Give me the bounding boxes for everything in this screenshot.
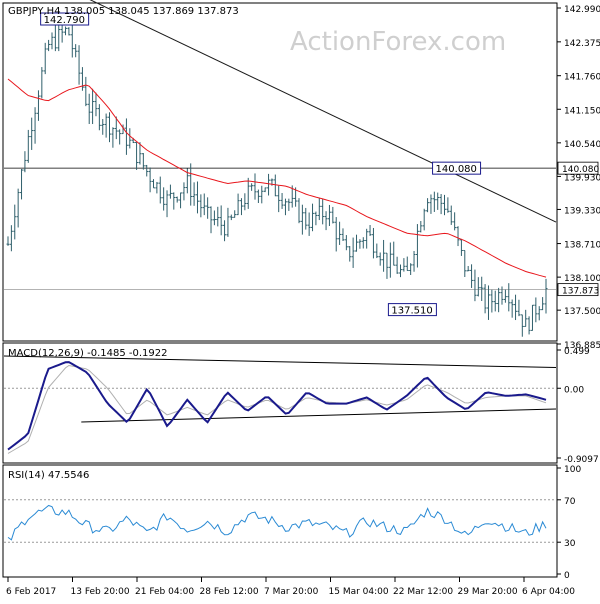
ma-line (7, 78, 547, 278)
moving-average (7, 78, 547, 278)
macd-y-tick-label: 0.499 (564, 347, 590, 357)
price-y-tick-label: 138.710 (564, 241, 600, 251)
macd-trendline (81, 408, 557, 423)
x-tick-label: 15 Mar 04:00 (329, 587, 389, 597)
x-tick-label: 13 Feb 20:00 (71, 587, 130, 597)
x-tick-label: 7 Mar 20:00 (264, 587, 319, 597)
price-annotation-label: 140.080 (436, 164, 477, 175)
macd-header: MACD(12,26,9) -0.1485 -0.1922 (8, 348, 168, 359)
price-overlays: 142.790140.080137.510 (40, 12, 482, 317)
macd-y-tick-label: 0.00 (564, 385, 584, 395)
x-tick-label: 29 Mar 20:00 (458, 587, 518, 597)
macd-y-tick-label: -0.9097 (564, 455, 599, 465)
x-tick-label: 28 Feb 12:00 (200, 587, 259, 597)
chart-stage: ActionForex.com 142.790 140.080 137.510 14… (0, 0, 600, 600)
x-tick-label: 22 Mar 12:00 (393, 587, 453, 597)
last-price-label: 137.873 (562, 287, 599, 297)
rsi-header: RSI(14) 47.5546 (8, 470, 89, 481)
price-y-tick-label: 142.375 (564, 39, 600, 49)
rsi-y-tick-label: 0 (564, 571, 570, 581)
price-y-tick-label: 140.540 (564, 140, 600, 150)
rsi-y-tick-label: 100 (564, 465, 581, 475)
rsi-y-tick-label: 30 (564, 539, 576, 549)
axis-layer: 142.990142.375141.760141.150140.540139.9… (6, 5, 600, 597)
price-y-tick-label: 141.150 (564, 106, 600, 116)
price-y-tick-label: 139.330 (564, 206, 600, 216)
price-y-tick-label: 142.990 (564, 5, 600, 15)
x-tick-label: 6 Feb 2017 (6, 587, 56, 597)
watermark: ActionForex.com (290, 27, 506, 57)
chart-svg: ActionForex.com 142.790140.080137.510 14… (2, 0, 600, 597)
rsi-line (7, 504, 547, 541)
x-tick-label: 21 Feb 04:00 (135, 587, 194, 597)
macd-layer (3, 355, 557, 454)
macd-line (7, 361, 547, 451)
rsi-y-tick-label: 70 (564, 497, 576, 507)
x-tick-label: 6 Apr 04:00 (522, 587, 575, 597)
rsi-layer (4, 499, 556, 543)
price-header: GBPJPY,H4 138.005 138.045 137.869 137.87… (8, 6, 239, 17)
resistance-price-label: 140.080 (562, 165, 599, 175)
price-y-tick-label: 138.100 (564, 274, 600, 284)
price-y-tick-label: 141.760 (564, 73, 600, 83)
price-annotation-label: 137.510 (391, 306, 432, 317)
price-y-tick-label: 137.500 (564, 307, 600, 317)
